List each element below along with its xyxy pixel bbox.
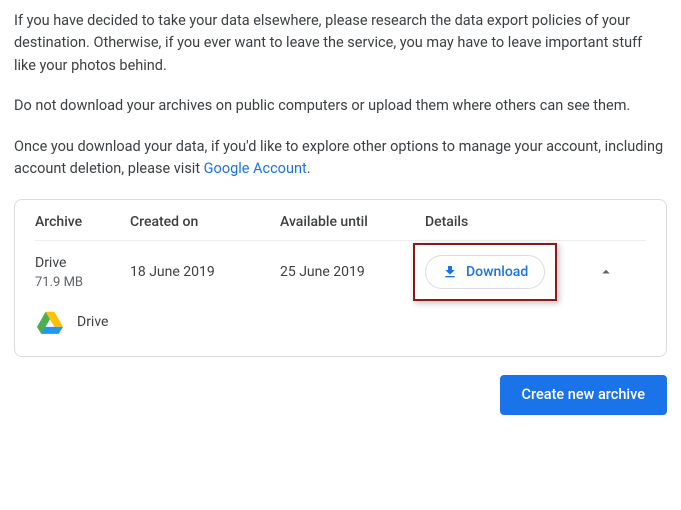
intro-text-block: If you have decided to take your data el…	[14, 10, 667, 181]
archive-name-cell: Drive 71.9 MB	[35, 255, 130, 290]
col-header-available: Available until	[280, 214, 425, 230]
col-header-details: Details	[425, 214, 575, 230]
google-account-link[interactable]: Google Account	[204, 160, 307, 177]
archive-created-date: 18 June 2019	[130, 264, 280, 280]
create-new-archive-button[interactable]: Create new archive	[500, 375, 667, 415]
intro-paragraph-3: Once you download your data, if you'd li…	[14, 136, 667, 181]
archive-card: Archive Created on Available until Detai…	[14, 199, 667, 357]
intro-paragraph-2: Do not download your archives on public …	[14, 95, 667, 117]
table-row: Drive 71.9 MB 18 June 2019 25 June 2019 …	[35, 241, 646, 306]
service-name: Drive	[77, 314, 108, 330]
archive-size: 71.9 MB	[35, 275, 130, 290]
intro-p3-suffix: .	[307, 160, 311, 177]
archive-name: Drive	[35, 255, 130, 271]
download-icon	[442, 264, 458, 280]
intro-p3-prefix: Once you download your data, if you'd li…	[14, 138, 663, 177]
intro-paragraph-1: If you have decided to take your data el…	[14, 10, 667, 77]
col-header-archive: Archive	[35, 214, 130, 230]
download-button-label: Download	[466, 264, 528, 280]
drive-icon	[37, 310, 63, 334]
footer-actions: Create new archive	[14, 375, 667, 415]
chevron-up-icon[interactable]	[597, 263, 615, 281]
service-row: Drive	[35, 306, 646, 334]
archive-available-date: 25 June 2019	[280, 264, 425, 280]
download-button[interactable]: Download	[425, 255, 545, 289]
archive-table-header: Archive Created on Available until Detai…	[35, 214, 646, 241]
col-header-created: Created on	[130, 214, 280, 230]
